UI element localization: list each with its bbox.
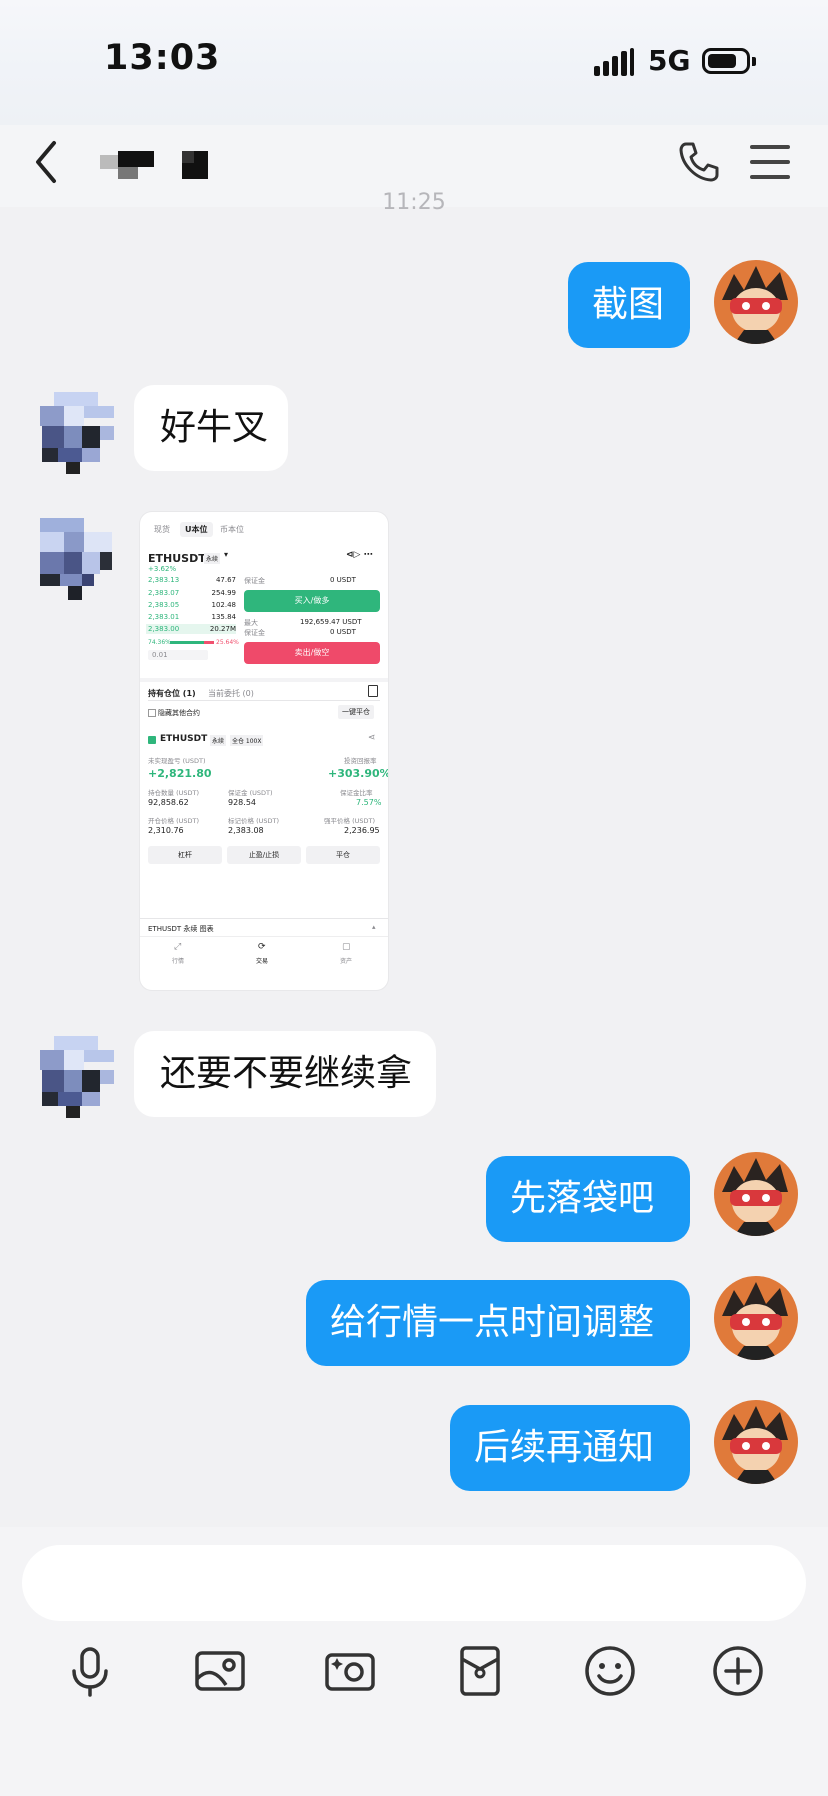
shot-book-qty: 20.27M [209,625,236,633]
shot-book-price: 2,383.01 [148,613,180,621]
shot-tab-spot: 现货 [154,525,170,534]
my-avatar[interactable] [714,1400,798,1484]
shot-close-button: 平仓 [306,846,380,864]
shot-pmargin-label: 保证金 (USDT) [228,789,273,797]
shot-liq-value: 2,236.95 [344,826,380,835]
message-bubble-in[interactable]: 还要不要继续拿 [134,1031,436,1117]
shot-margin2-value: 0 USDT [330,628,356,636]
shot-book-price: 2,383.13 [148,576,180,584]
status-bar: 13:03 5G [0,0,828,125]
my-avatar[interactable] [714,1276,798,1360]
shot-pnl-label: 未实现盈亏 (USDT) [148,757,206,765]
shot-max-label: 最大 [244,619,258,627]
shot-size-label: 持仓数量 (USDT) [148,789,199,797]
shot-max-value: 192,659.47 USDT [300,618,362,626]
network-type: 5G [648,44,691,77]
shot-ratio-left: 74.36% [148,639,171,646]
shot-hide-label: 隐藏其他合约 [158,709,200,717]
shot-book-qty: 135.84 [211,613,237,621]
shot-pair: ETHUSDT [148,552,206,565]
shot-margin-value: 0 USDT [330,576,356,584]
shot-book-qty: 254.99 [211,589,237,597]
shot-mark-value: 2,383.08 [228,826,264,835]
plus-circle-icon [713,1646,763,1696]
emoji-button[interactable] [582,1643,638,1699]
message-bubble-out[interactable]: 给行情一点时间调整 [306,1280,690,1366]
phone-icon [679,142,719,182]
contact-avatar[interactable] [40,392,120,474]
message-input[interactable] [22,1545,806,1621]
signal-icon [594,48,634,76]
contact-avatar[interactable] [40,1036,120,1118]
shot-book-qty: 47.67 [215,576,236,584]
shot-mratio-value: 7.57% [356,798,382,807]
shot-change: +3.62% [148,565,177,573]
shot-tab-usdm: U本位 [180,522,213,537]
shot-roe-value: +303.90% [328,767,388,780]
my-avatar[interactable] [714,260,798,344]
message-timestamp: 11:25 [382,190,446,215]
album-button[interactable] [192,1643,248,1699]
shot-book-price: 2,383.05 [148,601,180,609]
shot-book-qty: 102.48 [211,601,237,609]
battery-icon [702,48,756,74]
shot-entry-label: 开仓价格 (USDT) [148,817,199,825]
emoji-icon [585,1646,635,1696]
message-composer [0,1527,828,1796]
shot-book-price: 2,383.00 [148,625,180,633]
chevron-left-icon [36,141,56,183]
screenshot-image-message[interactable]: 现货 U本位 币本位 ETHUSDT 永续 ▾ ⊲▷ ⋯ +3.62% 2,38… [140,512,388,990]
message-bubble-out[interactable]: 先落袋吧 [486,1156,690,1242]
shot-leverage-button: 杠杆 [148,846,222,864]
red-envelope-button[interactable] [452,1643,508,1699]
my-avatar[interactable] [714,1152,798,1236]
shot-margin-label: 保证金 [244,577,265,585]
shot-sell-button: 卖出/做空 [244,642,380,664]
shot-tpsl-button: 止盈/止损 [227,846,301,864]
camera-icon [325,1653,375,1691]
shot-nav-trade: 交易 [256,958,269,965]
shot-close-all: 一键平仓 [338,705,374,719]
image-icon [195,1651,245,1691]
shot-position-pair: ETHUSDT [160,734,208,744]
shot-pair-tag: 永续 [204,553,221,564]
status-time: 13:03 [104,38,221,78]
camera-button[interactable] [322,1643,378,1699]
shot-book-price: 2,383.07 [148,589,180,597]
shot-tab-coinm: 币本位 [220,525,244,534]
shot-margin2-label: 保证金 [244,629,265,637]
shot-mratio-label: 保证金比率 [340,789,373,797]
shot-position-tag: 永续 [210,735,227,746]
shot-position-leverage: 全仓 100X [230,735,264,746]
shot-ratio-right: 25.64% [216,639,239,646]
shot-roe-label: 投资回报率 [344,757,377,765]
shot-nav-market: 行情 [172,958,185,965]
message-bubble-out[interactable]: 截图 [568,262,690,348]
contact-avatar[interactable] [40,518,120,600]
more-button[interactable] [710,1643,766,1699]
shot-positions-tab: 持有仓位 (1) [148,689,196,698]
shot-mark-label: 标记价格 (USDT) [228,817,279,825]
shot-nav-assets: 资产 [340,958,353,965]
shot-pnl-value: +2,821.80 [148,767,212,780]
microphone-icon [72,1647,108,1697]
back-button[interactable] [30,137,70,187]
message-bubble-in[interactable]: 好牛叉 [134,385,288,471]
shot-liq-label: 强平价格 (USDT) [324,817,375,825]
shot-step: 0.01 [152,651,168,659]
menu-button[interactable] [750,143,792,181]
shot-orders-tab: 当前委托 (0) [208,689,254,698]
red-envelope-icon [460,1646,500,1696]
shot-chart-bar: ETHUSDT 永续 图表 [148,925,214,933]
message-bubble-out[interactable]: 后续再通知 [450,1405,690,1491]
shot-size-value: 92,858.62 [148,798,189,807]
voice-button[interactable] [62,1643,118,1699]
shot-entry-value: 2,310.76 [148,826,184,835]
shot-pmargin-value: 928.54 [228,798,256,807]
call-button[interactable] [676,139,722,185]
shot-buy-button: 买入/做多 [244,590,380,612]
